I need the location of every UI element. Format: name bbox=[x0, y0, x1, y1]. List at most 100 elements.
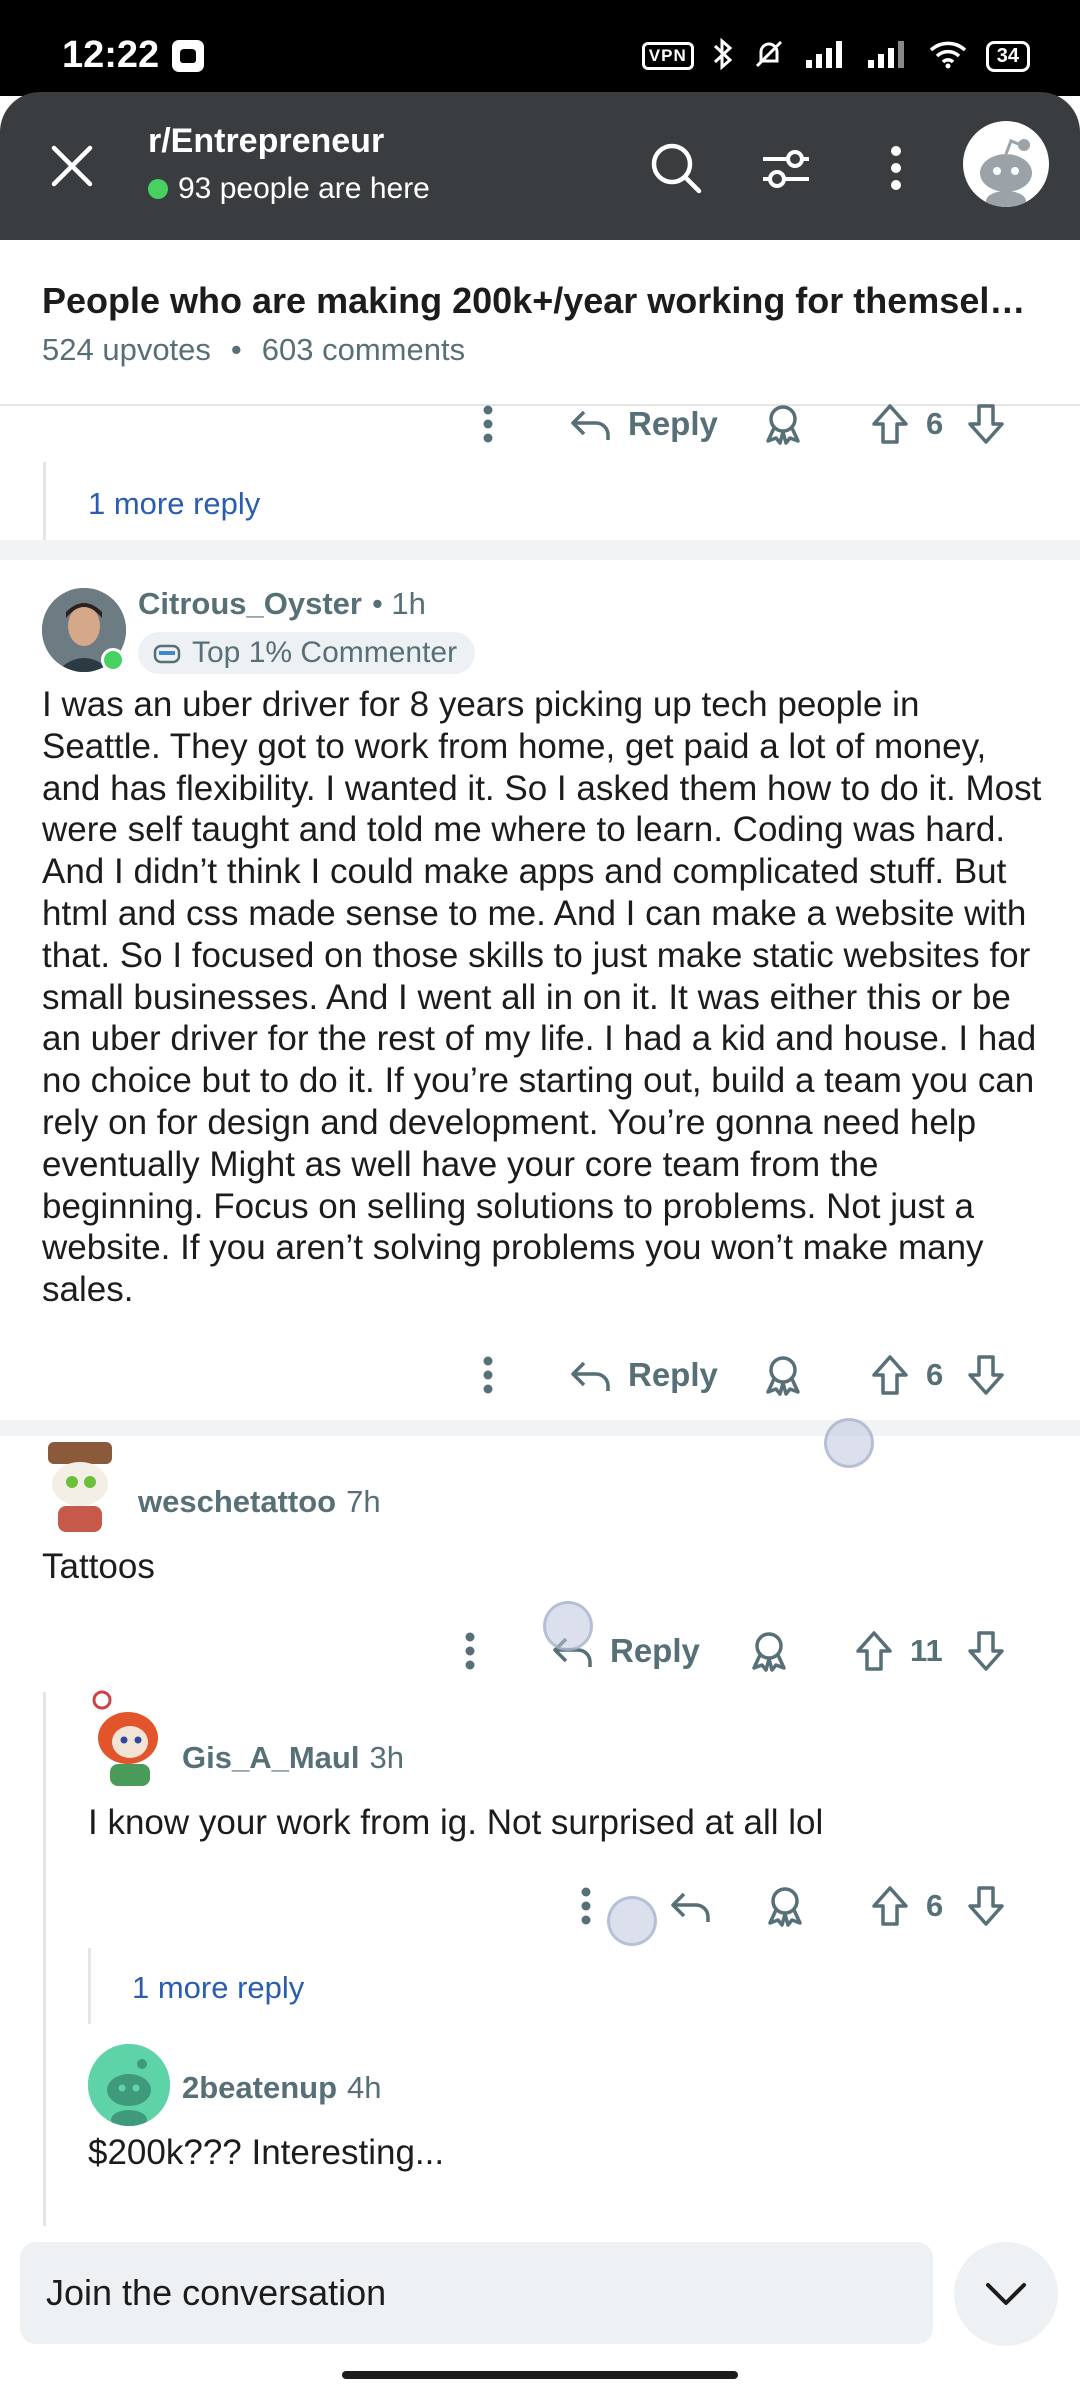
online-count-text: 93 people are here bbox=[178, 172, 430, 205]
award-icon bbox=[752, 1632, 786, 1672]
overflow-menu-button[interactable] bbox=[856, 128, 936, 208]
online-dot-icon bbox=[148, 179, 168, 199]
comment-body: Tattoos bbox=[42, 1547, 155, 1586]
avatar[interactable] bbox=[40, 1436, 120, 1536]
vote-count-value: 11 bbox=[910, 1633, 943, 1668]
bluetooth-icon bbox=[712, 37, 734, 76]
vote-count: 6 bbox=[926, 394, 943, 454]
vpn-icon: VPN bbox=[641, 42, 694, 70]
mute-bell-icon bbox=[752, 37, 786, 76]
reply-arrow-icon bbox=[571, 1361, 610, 1391]
more-replies-link[interactable]: 1 more reply bbox=[132, 1970, 304, 2006]
vote-count: 6 bbox=[926, 1345, 943, 1405]
reply-arrow-icon bbox=[671, 1892, 710, 1922]
reply-label: Reply bbox=[628, 405, 718, 442]
close-icon bbox=[51, 145, 93, 187]
upvote-button[interactable] bbox=[870, 1876, 910, 1936]
badge-label: Top 1% Commenter bbox=[192, 636, 458, 669]
vote-count-value: 6 bbox=[926, 1888, 944, 1923]
battery-indicator: 34 bbox=[985, 40, 1030, 72]
comment-body: I was an uber driver for 8 years picking… bbox=[42, 685, 1042, 1310]
username[interactable]: Citrous_Oyster bbox=[138, 586, 362, 622]
touch-indicator bbox=[607, 1896, 657, 1946]
snoo-avatar-icon bbox=[980, 139, 1032, 207]
signal-icon bbox=[804, 38, 848, 75]
reply-button[interactable] bbox=[668, 1876, 712, 1936]
thread-line bbox=[88, 1948, 91, 2024]
post-comment-count: 603 comments bbox=[261, 332, 466, 367]
thread-line bbox=[43, 1692, 46, 2226]
home-indicator[interactable] bbox=[342, 2371, 738, 2379]
award-icon bbox=[768, 1887, 802, 1927]
user-avatar[interactable] bbox=[963, 121, 1049, 207]
upvote-button[interactable] bbox=[870, 1345, 910, 1405]
comment-time: 7h bbox=[346, 1484, 381, 1519]
award-icon bbox=[766, 1356, 800, 1396]
post-summary[interactable]: People who are making 200k+/year working… bbox=[0, 240, 1080, 406]
upvote-arrow-icon bbox=[872, 1886, 908, 1926]
more-vertical-icon bbox=[465, 1632, 475, 1670]
online-count: 93 people are here bbox=[148, 172, 430, 206]
avatar[interactable] bbox=[88, 1690, 168, 1788]
award-button[interactable] bbox=[762, 394, 804, 454]
join-conversation-input[interactable]: Join the conversation bbox=[20, 2242, 933, 2344]
more-options-button[interactable] bbox=[470, 394, 506, 454]
upvote-button[interactable] bbox=[870, 394, 910, 454]
award-button[interactable] bbox=[764, 1876, 806, 1936]
downvote-button[interactable] bbox=[966, 1345, 1006, 1405]
more-vertical-icon bbox=[581, 1887, 591, 1925]
search-button[interactable] bbox=[636, 128, 716, 208]
downvote-arrow-icon bbox=[968, 404, 1004, 444]
close-button[interactable] bbox=[42, 136, 102, 196]
snoo-avatar-icon bbox=[92, 1690, 158, 1786]
chevron-down-icon bbox=[986, 2283, 1026, 2305]
online-status-icon bbox=[101, 648, 125, 672]
username[interactable]: weschetattoo bbox=[138, 1484, 336, 1520]
more-replies-link[interactable]: 1 more reply bbox=[88, 486, 260, 522]
comment-body: I know your work from ig. Not surprised … bbox=[88, 1803, 824, 1842]
post-title[interactable]: People who are making 200k+/year working… bbox=[42, 280, 1042, 322]
sort-filter-button[interactable] bbox=[746, 128, 826, 208]
snoo-avatar-icon bbox=[48, 1442, 112, 1532]
more-vertical-icon bbox=[891, 146, 901, 190]
avatar[interactable] bbox=[88, 2044, 170, 2126]
post-stats: 524 upvotes • 603 comments bbox=[42, 332, 465, 368]
composer-placeholder: Join the conversation bbox=[46, 2272, 387, 2313]
top-commenter-icon bbox=[153, 644, 181, 664]
reply-label: Reply bbox=[628, 1356, 718, 1393]
more-options-button[interactable] bbox=[470, 1345, 506, 1405]
subreddit-header: r/Entrepreneur 93 people are here bbox=[0, 92, 1080, 240]
downvote-button[interactable] bbox=[966, 394, 1006, 454]
reply-button[interactable]: Reply bbox=[568, 1345, 718, 1405]
wifi-icon bbox=[928, 38, 968, 75]
subreddit-name[interactable]: r/Entrepreneur bbox=[148, 122, 384, 161]
comment-actions-previous: Reply 6 bbox=[0, 394, 1080, 454]
notification-app-icon bbox=[172, 40, 204, 72]
vote-count-value: 6 bbox=[926, 1357, 944, 1392]
comment-time: 3h bbox=[369, 1740, 404, 1775]
comment-author: 2beatenup 4h bbox=[182, 2070, 382, 2106]
award-icon bbox=[766, 405, 800, 445]
status-time: 12:22 bbox=[62, 34, 160, 76]
comment-author: Citrous_Oyster • 1h bbox=[138, 586, 426, 622]
collapse-comments-button[interactable] bbox=[954, 2242, 1058, 2346]
comment-time: 4h bbox=[347, 2070, 382, 2105]
award-button[interactable] bbox=[762, 1345, 804, 1405]
more-options-button[interactable] bbox=[452, 1621, 488, 1681]
upvote-button[interactable] bbox=[854, 1621, 894, 1681]
downvote-button[interactable] bbox=[966, 1876, 1006, 1936]
status-bar: 12:22 VPN 34 bbox=[0, 0, 1080, 96]
upvote-arrow-icon bbox=[856, 1631, 892, 1671]
thread-line bbox=[43, 462, 46, 540]
reply-button[interactable]: Reply bbox=[568, 394, 718, 454]
downvote-button[interactable] bbox=[966, 1621, 1006, 1681]
username[interactable]: Gis_A_Maul bbox=[182, 1740, 359, 1776]
username[interactable]: 2beatenup bbox=[182, 2070, 337, 2106]
comment-actions: 6 bbox=[0, 1876, 1080, 1936]
comment-divider bbox=[0, 1420, 1080, 1436]
more-vertical-icon bbox=[483, 1356, 493, 1394]
award-button[interactable] bbox=[748, 1621, 790, 1681]
more-options-button[interactable] bbox=[568, 1876, 604, 1936]
filter-icon bbox=[763, 150, 809, 188]
upvote-arrow-icon bbox=[872, 1355, 908, 1395]
